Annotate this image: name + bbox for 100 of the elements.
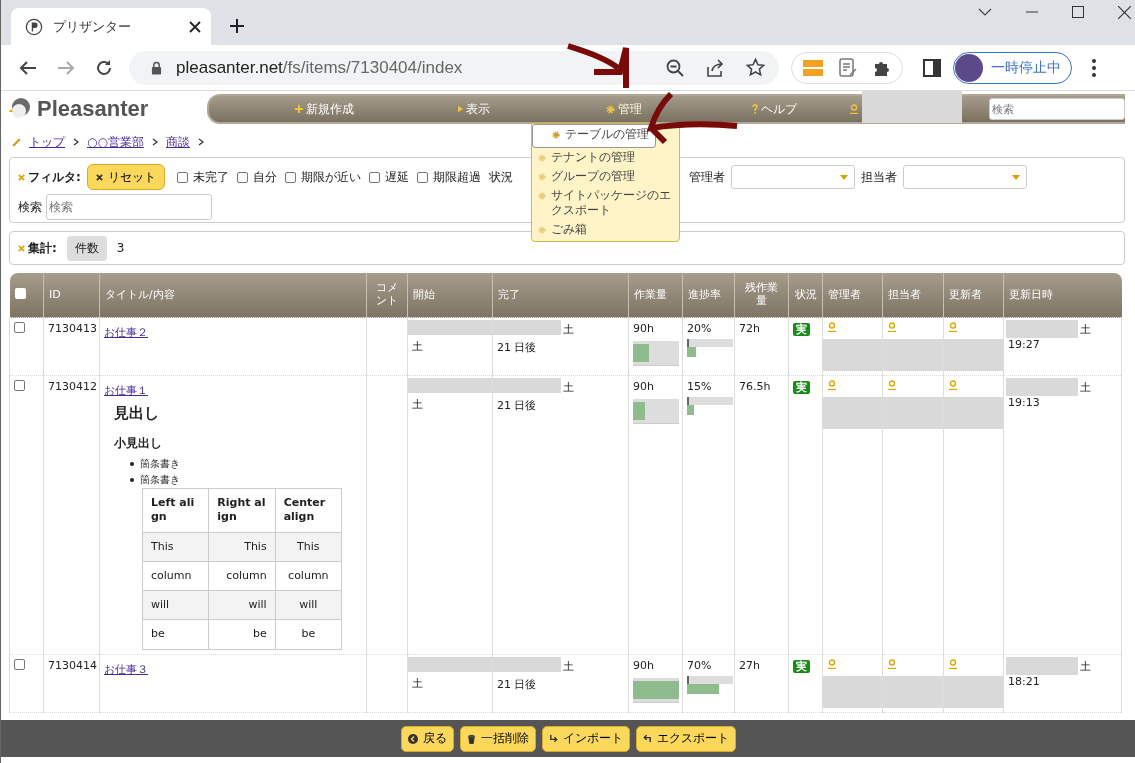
close-icon[interactable] — [1118, 5, 1131, 19]
back-icon — [407, 733, 418, 744]
arrow-left-icon — [642, 734, 652, 743]
zoom-out-icon[interactable] — [666, 58, 684, 77]
redacted-block — [1006, 656, 1078, 675]
table-cell: This — [151, 539, 174, 553]
breadcrumb-link[interactable]: トップ — [29, 133, 65, 151]
table-cell: This — [297, 539, 320, 553]
share-icon[interactable] — [706, 58, 724, 77]
table-cell: 19:13 — [1008, 396, 1040, 409]
filter-checkbox[interactable]: 自分 — [236, 168, 277, 186]
table-cell: This — [244, 539, 267, 553]
table-header-cell: Right align — [208, 488, 276, 533]
cross-icon — [18, 244, 25, 252]
more-icon[interactable] — [1092, 58, 1096, 77]
person-icon — [827, 380, 837, 390]
close-icon[interactable] — [189, 20, 201, 33]
breadcrumb-link[interactable]: 商談 — [165, 133, 190, 151]
bullet-icon — [130, 462, 134, 466]
aggregate-label: 集計: — [28, 239, 57, 257]
footer-button[interactable]: 戻る — [400, 725, 454, 752]
cross-icon — [18, 173, 25, 181]
filter-checkbox[interactable]: 遅延 — [368, 168, 409, 186]
person-icon — [948, 380, 958, 390]
table-cell: 土 — [412, 340, 423, 353]
dropdown-item[interactable]: ごみ箱 — [532, 220, 679, 239]
checkbox[interactable] — [284, 171, 296, 183]
column-header[interactable]: 開始 — [407, 273, 493, 318]
count-chip[interactable]: 件数 — [66, 235, 107, 261]
row-checkbox[interactable] — [14, 658, 25, 670]
table-cell: 15% — [687, 380, 712, 393]
title-link[interactable]: お仕事１ — [104, 383, 148, 398]
person-icon — [827, 322, 837, 332]
back-arrow-icon[interactable] — [19, 59, 37, 76]
forward-arrow-icon[interactable] — [57, 59, 75, 76]
table-cell: 19:27 — [1008, 338, 1040, 351]
new-tab-icon[interactable] — [229, 18, 245, 34]
column-header[interactable]: 更新日時 — [1003, 273, 1122, 318]
checkbox[interactable] — [236, 171, 248, 183]
gear-icon — [552, 131, 560, 139]
chevron-right-icon — [197, 138, 204, 146]
nav-menu-item[interactable]: ヘルプ — [699, 100, 849, 118]
table-cell: 土 — [1080, 380, 1091, 395]
notes-icon[interactable] — [838, 57, 858, 78]
side-panel-icon[interactable] — [923, 58, 941, 77]
footer-button[interactable]: エクスポート — [635, 725, 736, 752]
select-all-checkbox[interactable] — [14, 287, 26, 299]
table-cell: 7130414 — [48, 658, 97, 672]
table-header-cell: Center align — [275, 488, 342, 533]
browser-tab[interactable]: プリザンター — [11, 8, 211, 45]
star-icon[interactable] — [746, 58, 765, 77]
table-cell: be — [252, 627, 267, 641]
dropdown-item[interactable]: テナントの管理 — [532, 148, 679, 167]
address-bar[interactable]: pleasanter.net/fs/items/7130404/index — [129, 50, 779, 85]
footer-button[interactable]: インポート — [541, 725, 630, 752]
person-icon — [887, 322, 897, 332]
gear-icon — [538, 154, 546, 162]
table-cell-text: 21 日後 — [497, 676, 538, 692]
row-checkbox[interactable] — [14, 322, 25, 333]
reset-button[interactable]: リセット — [86, 164, 165, 190]
search-label: 検索 — [18, 198, 42, 216]
reload-icon[interactable] — [95, 58, 113, 77]
table-cell: 18:21 — [1008, 674, 1040, 688]
breadcrumb-link[interactable]: ○○営業部 — [87, 133, 144, 151]
filter-checkbox[interactable]: 未完了 — [176, 168, 229, 186]
search-field[interactable]: 検索 — [46, 194, 212, 220]
tab-title: プリザンター — [53, 17, 132, 36]
table-cell: 7130412 — [48, 380, 97, 393]
nav-menu-item[interactable]: 新規作成 — [249, 100, 399, 118]
nav-menu-item[interactable]: 表示 — [399, 100, 549, 118]
chevron-right-icon — [73, 138, 79, 146]
search-field[interactable]: 検索 — [989, 98, 1125, 120]
footer-button[interactable]: 一括削除 — [459, 725, 536, 752]
chevron-down-icon[interactable] — [978, 8, 992, 16]
table-cell: column — [226, 568, 267, 582]
filter-checkbox[interactable]: 期限が近い — [284, 168, 361, 186]
filter-checkbox[interactable]: 期限超過 — [416, 168, 481, 186]
trash-icon — [466, 733, 476, 744]
status-label: 状況 — [488, 168, 513, 186]
redacted-block — [1006, 378, 1078, 396]
cross-icon — [95, 173, 103, 181]
help-icon — [751, 104, 758, 114]
column-header[interactable]: 完了 — [492, 273, 629, 318]
table-cell: will — [151, 598, 170, 612]
maximize-icon[interactable] — [1072, 6, 1084, 18]
dropdown-item[interactable]: サイトパッケージのエクスポート — [532, 186, 679, 220]
column-header[interactable]: 残作業量 — [734, 273, 789, 318]
table-cell-text: 21 日後 — [497, 340, 538, 355]
dropdown-item[interactable]: グループの管理 — [532, 167, 679, 186]
checkbox[interactable] — [368, 171, 380, 183]
table-cell: 土 — [1080, 658, 1091, 674]
title-link[interactable]: お仕事２ — [104, 325, 148, 340]
dropdown-item[interactable]: テーブルの管理 — [532, 124, 656, 148]
checkbox[interactable] — [176, 171, 188, 183]
table-cell: 90h — [633, 322, 654, 335]
title-link[interactable]: お仕事３ — [104, 661, 148, 677]
heading: 見出し — [114, 404, 160, 423]
checkbox[interactable] — [416, 171, 428, 183]
row-checkbox[interactable] — [14, 380, 25, 391]
column-header[interactable]: コメント — [366, 273, 408, 318]
